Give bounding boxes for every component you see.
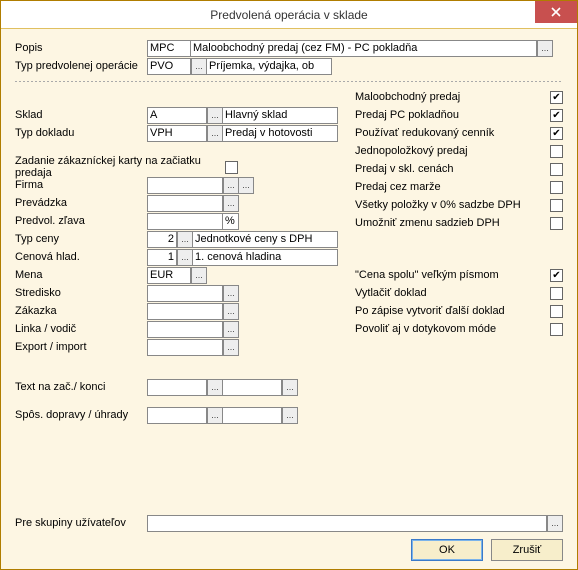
- po-zapise-checkbox[interactable]: [550, 305, 563, 318]
- cena-spolu-checkbox[interactable]: ✔: [550, 269, 563, 282]
- cancel-button[interactable]: Zrušiť: [491, 539, 563, 561]
- label-vytlacit: Vytlačiť doklad: [355, 287, 427, 299]
- maloobchodny-checkbox[interactable]: ✔: [550, 91, 563, 104]
- label-jednopolozkovy: Jednopoložkový predaj: [355, 145, 468, 157]
- povolit-dotyk-checkbox[interactable]: [550, 323, 563, 336]
- pouzivat-redukovany-checkbox[interactable]: ✔: [550, 127, 563, 140]
- label-predaj-pc: Predaj PC pokladňou: [355, 109, 459, 121]
- titlebar: Predvolená operácia v sklade: [1, 1, 577, 29]
- label-vsetky-0dph: Všetky položky v 0% sadzbe DPH: [355, 199, 521, 211]
- label-typ-ceny: Typ ceny: [15, 233, 147, 245]
- sklad-code-field[interactable]: A: [147, 107, 207, 124]
- spos-a-lookup-button[interactable]: ...: [207, 407, 223, 424]
- text-zac-a-field[interactable]: [147, 379, 207, 396]
- firma-lookup2-button[interactable]: ...: [238, 177, 254, 194]
- predvol-zlava-field[interactable]: [147, 213, 223, 230]
- prevadzka-lookup-button[interactable]: ...: [223, 195, 239, 212]
- label-povolit-dotyk: Povoliť aj v dotykovom móde: [355, 323, 496, 335]
- vytlacit-checkbox[interactable]: [550, 287, 563, 300]
- spos-b-lookup-button[interactable]: ...: [282, 407, 298, 424]
- label-umoznit-zmenu: Umožniť zmenu sadzieb DPH: [355, 217, 500, 229]
- export-lookup-button[interactable]: ...: [223, 339, 239, 356]
- predaj-marze-checkbox[interactable]: [550, 181, 563, 194]
- label-predaj-marze: Predaj cez marže: [355, 181, 441, 193]
- predaj-pc-checkbox[interactable]: ✔: [550, 109, 563, 122]
- right-column: Maloobchodný predaj ✔ Predaj PC pokladňou…: [355, 88, 563, 424]
- typ-ceny-code-field[interactable]: 2: [147, 231, 177, 248]
- ok-button[interactable]: OK: [411, 539, 483, 561]
- label-firma: Firma: [15, 179, 147, 191]
- mena-field[interactable]: EUR: [147, 267, 191, 284]
- linka-lookup-button[interactable]: ...: [223, 321, 239, 338]
- stredisko-lookup-button[interactable]: ...: [223, 285, 239, 302]
- label-sklad: Sklad: [15, 109, 147, 121]
- typ-predvolenej-lookup-button[interactable]: ...: [191, 58, 207, 75]
- label-text-zac: Text na zač./ konci: [15, 381, 147, 393]
- vsetky-0dph-checkbox[interactable]: [550, 199, 563, 212]
- popis-code-field[interactable]: MPC: [147, 40, 191, 57]
- label-popis: Popis: [15, 42, 147, 54]
- label-po-zapise: Po zápise vytvoriť ďalší doklad: [355, 305, 505, 317]
- label-typ-predvolenej: Typ predvolenej operácie: [15, 60, 147, 72]
- typ-ceny-desc-field: Jednotkové ceny s DPH: [192, 231, 338, 248]
- spos-b-field[interactable]: [222, 407, 282, 424]
- spos-a-field[interactable]: [147, 407, 207, 424]
- label-mena: Mena: [15, 269, 147, 281]
- label-export: Export / import: [15, 341, 147, 353]
- label-maloobchodny: Maloobchodný predaj: [355, 91, 460, 103]
- stredisko-field[interactable]: [147, 285, 223, 302]
- sklad-desc-field: Hlavný sklad: [222, 107, 338, 124]
- label-predaj-skl: Predaj v skl. cenách: [355, 163, 453, 175]
- firma-lookup-button[interactable]: ...: [223, 177, 239, 194]
- linka-field[interactable]: [147, 321, 223, 338]
- separator: [15, 81, 563, 82]
- predaj-skl-checkbox[interactable]: [550, 163, 563, 176]
- zakazka-field[interactable]: [147, 303, 223, 320]
- label-stredisko: Stredisko: [15, 287, 147, 299]
- export-field[interactable]: [147, 339, 223, 356]
- dialog-body: Popis MPC Maloobchodný predaj (cez FM) -…: [1, 29, 577, 569]
- popis-desc-field[interactable]: Maloobchodný predaj (cez FM) - PC poklad…: [191, 40, 537, 57]
- cenova-hlad-lookup-button[interactable]: ...: [177, 249, 193, 266]
- label-pouzivat-redukovany: Používať redukovaný cenník: [355, 127, 494, 139]
- firma-field[interactable]: [147, 177, 223, 194]
- predvol-zlava-unit: %: [223, 213, 239, 230]
- zadanie-karty-checkbox[interactable]: [225, 161, 238, 174]
- cenova-hlad-code-field[interactable]: 1: [147, 249, 177, 266]
- jednopolozkovy-checkbox[interactable]: [550, 145, 563, 158]
- label-zadanie-karty: Zadanie zákazníckej karty na začiatku pr…: [15, 155, 225, 179]
- label-prevadzka: Prevádzka: [15, 197, 147, 209]
- label-predvol-zlava: Predvol. zľava: [15, 215, 147, 227]
- zakazka-lookup-button[interactable]: ...: [223, 303, 239, 320]
- mena-lookup-button[interactable]: ...: [191, 267, 207, 284]
- label-pre-skupiny: Pre skupiny užívateľov: [15, 517, 147, 529]
- typ-dokladu-lookup-button[interactable]: ...: [207, 125, 223, 142]
- label-linka: Linka / vodič: [15, 323, 147, 335]
- umoznit-zmenu-checkbox[interactable]: [550, 217, 563, 230]
- text-zac-a-lookup-button[interactable]: ...: [207, 379, 223, 396]
- sklad-lookup-button[interactable]: ...: [207, 107, 223, 124]
- prevadzka-field[interactable]: [147, 195, 223, 212]
- pre-skupiny-lookup-button[interactable]: ...: [547, 515, 563, 532]
- text-zac-b-field[interactable]: [222, 379, 282, 396]
- label-cena-spolu: "Cena spolu" veľkým písmom: [355, 269, 499, 281]
- dialog-window: Predvolená operácia v sklade Popis MPC M…: [0, 0, 578, 570]
- label-cenova-hlad: Cenová hlad.: [15, 251, 147, 263]
- typ-dokladu-code-field[interactable]: VPH: [147, 125, 207, 142]
- text-zac-b-lookup-button[interactable]: ...: [282, 379, 298, 396]
- left-column: Sklad A ... Hlavný sklad Typ dokladu VPH…: [15, 88, 345, 424]
- typ-dokladu-desc-field: Predaj v hotovosti: [222, 125, 338, 142]
- popis-lookup-button[interactable]: ...: [537, 40, 553, 57]
- pre-skupiny-field[interactable]: [147, 515, 547, 532]
- typ-predvolenej-code-field[interactable]: PVO: [147, 58, 191, 75]
- window-title: Predvolená operácia v sklade: [210, 8, 367, 22]
- label-typ-dokladu: Typ dokladu: [15, 127, 147, 139]
- typ-ceny-lookup-button[interactable]: ...: [177, 231, 193, 248]
- close-button[interactable]: [535, 1, 577, 23]
- typ-predvolenej-desc-field: Príjemka, výdajka, ob: [206, 58, 332, 75]
- label-spos-dopravy: Spôs. dopravy / úhrady: [15, 409, 147, 421]
- cenova-hlad-desc-field: 1. cenová hladina: [192, 249, 338, 266]
- label-zakazka: Zákazka: [15, 305, 147, 317]
